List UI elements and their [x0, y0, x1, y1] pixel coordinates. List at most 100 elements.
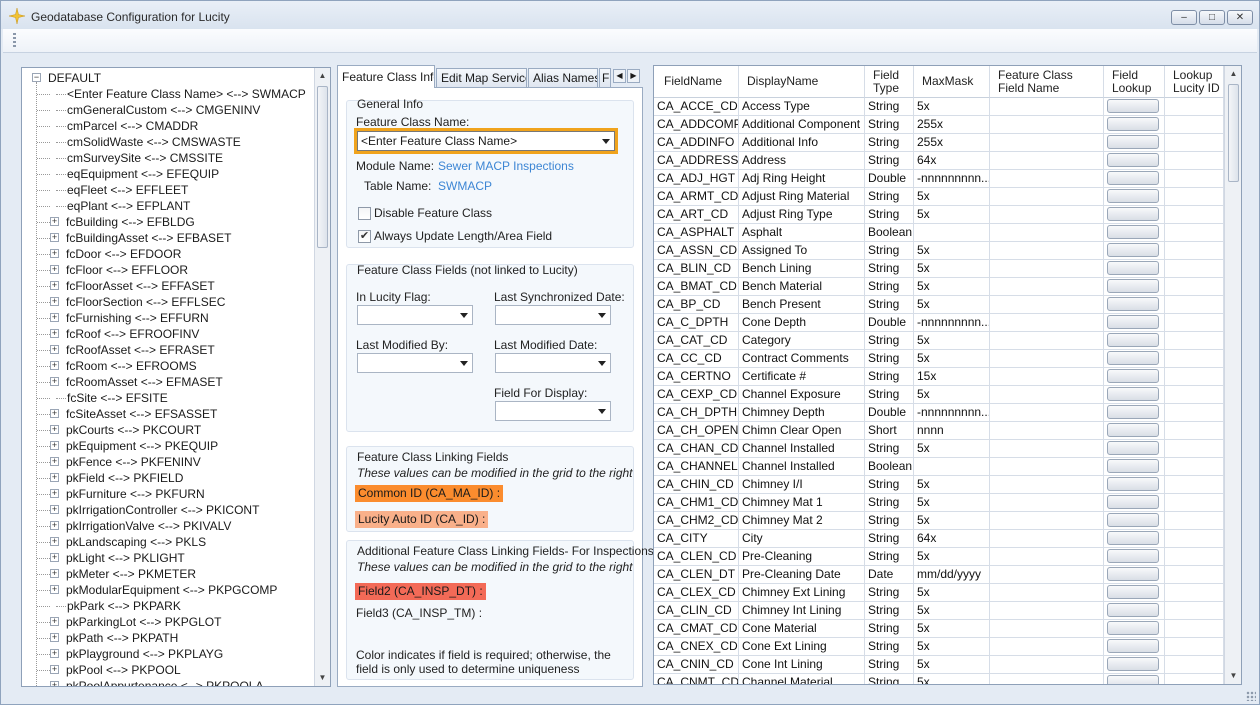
- expand-icon[interactable]: +: [50, 537, 59, 546]
- always-update-checkbox[interactable]: ✔: [358, 230, 371, 243]
- grid-cell[interactable]: Certificate #: [739, 368, 865, 386]
- fc-field-name-cell[interactable]: [990, 296, 1104, 314]
- grid-cell[interactable]: CA_CH_OPEN: [654, 422, 739, 440]
- grid-cell[interactable]: 5x: [914, 386, 990, 404]
- grid-cell[interactable]: CA_CERTNO: [654, 368, 739, 386]
- fc-field-name-cell[interactable]: [990, 224, 1104, 242]
- grid-cell[interactable]: CA_CHANNEL: [654, 458, 739, 476]
- feature-class-tree[interactable]: − DEFAULT <Enter Feature Class Name> <--> …: [21, 67, 331, 687]
- grid-cell[interactable]: 5x: [914, 440, 990, 458]
- grid-cell[interactable]: String: [865, 368, 914, 386]
- grid-cell[interactable]: Channel Installed: [739, 458, 865, 476]
- fc-field-name-cell[interactable]: [990, 584, 1104, 602]
- field-lookup-cell[interactable]: [1104, 656, 1165, 674]
- field-lookup-cell[interactable]: [1104, 206, 1165, 224]
- grid-cell[interactable]: Contract Comments: [739, 350, 865, 368]
- grid-cell[interactable]: 255x: [914, 134, 990, 152]
- field-lookup-cell[interactable]: [1104, 602, 1165, 620]
- lookup-lucity-id-cell[interactable]: [1165, 566, 1224, 584]
- grid-cell[interactable]: String: [865, 512, 914, 530]
- fc-field-name-cell[interactable]: [990, 620, 1104, 638]
- scroll-down-icon[interactable]: ▼: [1225, 668, 1241, 684]
- expand-icon[interactable]: +: [50, 633, 59, 642]
- grid-cell[interactable]: Adj Ring Height: [739, 170, 865, 188]
- lookup-lucity-id-cell[interactable]: [1165, 530, 1224, 548]
- field-lookup-button[interactable]: [1107, 243, 1159, 257]
- lookup-lucity-id-cell[interactable]: [1165, 476, 1224, 494]
- lookup-lucity-id-cell[interactable]: [1165, 242, 1224, 260]
- expand-icon[interactable]: +: [50, 489, 59, 498]
- grid-cell[interactable]: [914, 458, 990, 476]
- fc-field-name-cell[interactable]: [990, 512, 1104, 530]
- expand-icon[interactable]: +: [50, 505, 59, 514]
- grid-cell[interactable]: String: [865, 548, 914, 566]
- fc-field-name-cell[interactable]: [990, 260, 1104, 278]
- lookup-lucity-id-cell[interactable]: [1165, 206, 1224, 224]
- lookup-lucity-id-cell[interactable]: [1165, 134, 1224, 152]
- grid-cell[interactable]: 5x: [914, 674, 990, 684]
- grid-cell[interactable]: Pre-Cleaning Date: [739, 566, 865, 584]
- grid-cell[interactable]: 5x: [914, 206, 990, 224]
- grid-cell[interactable]: String: [865, 620, 914, 638]
- grid-cell[interactable]: Assigned To: [739, 242, 865, 260]
- lookup-lucity-id-cell[interactable]: [1165, 314, 1224, 332]
- grid-cell[interactable]: Double: [865, 170, 914, 188]
- field-lookup-cell[interactable]: [1104, 350, 1165, 368]
- fc-field-name-cell[interactable]: [990, 188, 1104, 206]
- field-lookup-cell[interactable]: [1104, 548, 1165, 566]
- grid-cell[interactable]: String: [865, 134, 914, 152]
- grid-cell[interactable]: String: [865, 386, 914, 404]
- fc-field-name-cell[interactable]: [990, 440, 1104, 458]
- field-lookup-cell[interactable]: [1104, 188, 1165, 206]
- grid-cell[interactable]: Bench Present: [739, 296, 865, 314]
- grid-cell[interactable]: Channel Exposure: [739, 386, 865, 404]
- grid-cell[interactable]: CA_CC_CD: [654, 350, 739, 368]
- field-lookup-cell[interactable]: [1104, 170, 1165, 188]
- field-lookup-button[interactable]: [1107, 621, 1159, 635]
- expand-icon[interactable]: +: [50, 329, 59, 338]
- fc-field-name-cell[interactable]: [990, 602, 1104, 620]
- tree-scrollbar[interactable]: ▲ ▼: [314, 68, 330, 686]
- field-lookup-button[interactable]: [1107, 459, 1159, 473]
- field-lookup-cell[interactable]: [1104, 296, 1165, 314]
- grid-cell[interactable]: Short: [865, 422, 914, 440]
- grid-cell[interactable]: Chimney Ext Lining: [739, 584, 865, 602]
- fc-field-name-cell[interactable]: [990, 368, 1104, 386]
- field-lookup-button[interactable]: [1107, 117, 1159, 131]
- lookup-lucity-id-cell[interactable]: [1165, 332, 1224, 350]
- expand-icon[interactable]: +: [50, 313, 59, 322]
- grid-cell[interactable]: 5x: [914, 260, 990, 278]
- grid-cell[interactable]: 5x: [914, 656, 990, 674]
- fc-field-name-cell[interactable]: [990, 494, 1104, 512]
- toolbar-grip-icon[interactable]: [13, 33, 16, 49]
- lookup-lucity-id-cell[interactable]: [1165, 278, 1224, 296]
- expand-icon[interactable]: +: [50, 617, 59, 626]
- lookup-lucity-id-cell[interactable]: [1165, 674, 1224, 684]
- field-lookup-button[interactable]: [1107, 675, 1159, 684]
- grid-cell[interactable]: 64x: [914, 530, 990, 548]
- expand-icon[interactable]: +: [50, 681, 59, 686]
- grid-cell[interactable]: CA_ARMT_CD: [654, 188, 739, 206]
- tab-scroll-left-icon[interactable]: ◀: [613, 69, 626, 83]
- lookup-lucity-id-cell[interactable]: [1165, 512, 1224, 530]
- field-lookup-button[interactable]: [1107, 603, 1159, 617]
- field-for-display-combo[interactable]: [495, 401, 611, 421]
- lookup-lucity-id-cell[interactable]: [1165, 386, 1224, 404]
- grid-cell[interactable]: CA_CLEN_DT: [654, 566, 739, 584]
- fc-field-name-cell[interactable]: [990, 404, 1104, 422]
- grid-cell[interactable]: CA_CHM1_CD: [654, 494, 739, 512]
- field-lookup-cell[interactable]: [1104, 368, 1165, 386]
- grid-column-header[interactable]: DisplayName: [739, 66, 865, 98]
- grid-cell[interactable]: CA_CAT_CD: [654, 332, 739, 350]
- lookup-lucity-id-cell[interactable]: [1165, 440, 1224, 458]
- grid-cell[interactable]: CA_CNIN_CD: [654, 656, 739, 674]
- grid-cell[interactable]: Access Type: [739, 98, 865, 116]
- grid-scrollbar[interactable]: ▲ ▼: [1224, 66, 1241, 684]
- grid-cell[interactable]: String: [865, 206, 914, 224]
- lookup-lucity-id-cell[interactable]: [1165, 656, 1224, 674]
- grid-cell[interactable]: Additional Component ...: [739, 116, 865, 134]
- lookup-lucity-id-cell[interactable]: [1165, 116, 1224, 134]
- field-lookup-cell[interactable]: [1104, 278, 1165, 296]
- fc-field-name-cell[interactable]: [990, 242, 1104, 260]
- grid-cell[interactable]: -nnnnnnnnn...: [914, 404, 990, 422]
